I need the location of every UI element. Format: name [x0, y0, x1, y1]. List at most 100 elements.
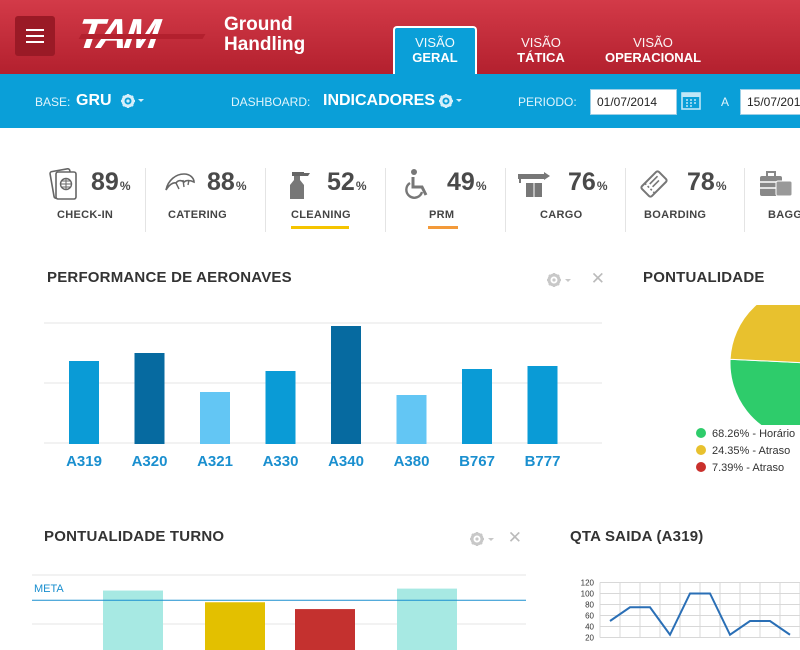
bar-A340[interactable] — [331, 326, 361, 444]
base-value[interactable]: GRU — [76, 92, 112, 110]
shift-punctuality-title: PONTUALIDADE TURNO — [44, 528, 225, 545]
shift-bar[interactable] — [295, 609, 355, 650]
tab-label-line1: VISÃO — [415, 35, 455, 50]
x-axis-tick-label: A321 — [197, 453, 233, 470]
pie-legend-item: 68.26% - Horário — [696, 428, 795, 440]
brand-logo: TAM — [75, 10, 206, 57]
tab-label-line2: GERAL — [412, 50, 458, 65]
spray-bottle-icon — [290, 172, 310, 199]
bar-A319[interactable] — [69, 361, 99, 444]
bar-B767[interactable] — [462, 369, 492, 444]
kpi-value: 49% — [447, 168, 487, 196]
dashboard-value[interactable]: INDICADORES — [323, 92, 435, 110]
panel-settings-gear-icon[interactable] — [545, 271, 577, 289]
app-name-line2: Handling — [224, 34, 306, 55]
kpi-label: BOARDING — [644, 209, 707, 221]
tab-label-line1: VISÃO — [521, 35, 561, 50]
kpi-label: PRM — [429, 209, 455, 221]
kpi-value: 78% — [687, 168, 727, 196]
passport-icon — [49, 167, 77, 200]
wheelchair-icon — [405, 169, 428, 199]
tab-label-line2: OPERACIONAL — [604, 50, 702, 65]
aircraft-performance-title: PERFORMANCE DE AERONAVES — [47, 269, 292, 286]
bar-A330[interactable] — [265, 371, 296, 444]
qta-line-chart: 20 40 60 80 100 120 — [581, 579, 800, 643]
kpi-value: 89% — [91, 168, 131, 196]
shift-bar[interactable] — [103, 590, 163, 650]
kpi-catering[interactable]: 88% CATERING — [162, 160, 262, 235]
x-axis-tick-label: A319 — [66, 453, 102, 470]
date-from-input[interactable] — [590, 89, 677, 115]
period-label: PERIODO: — [518, 95, 577, 109]
range-separator: A — [721, 95, 730, 109]
pie-legend-item: 7.39% - Atraso — [696, 462, 784, 474]
x-axis-tick-label: A340 — [328, 453, 364, 470]
kpi-boarding[interactable]: 78% BOARDING — [636, 160, 736, 235]
tab-label-line2: TÁTICA — [517, 50, 565, 65]
baggage-icon — [760, 171, 793, 197]
bar-B777[interactable] — [527, 366, 558, 444]
x-axis-tick-label: A320 — [131, 453, 168, 470]
cargo-icon — [518, 172, 550, 197]
kpi-highlight-underline — [291, 226, 349, 229]
y-axis-tick-label: 100 — [581, 590, 595, 599]
kpi-check-in[interactable]: 89% CHECK-IN — [46, 160, 146, 235]
y-axis-tick-label: 40 — [585, 623, 594, 632]
y-axis-tick-label: 80 — [585, 601, 594, 610]
app-name-line1: Ground — [224, 14, 293, 35]
dashboard-label: DASHBOARD: — [231, 95, 311, 109]
y-axis-tick-label: 60 — [585, 612, 594, 621]
shift-bar[interactable] — [397, 588, 457, 650]
dashboard-settings-gear-icon[interactable] — [438, 92, 462, 110]
kpi-value: 52% — [327, 168, 367, 196]
meta-label: META — [34, 583, 64, 595]
x-axis-tick-label: A330 — [262, 453, 299, 470]
date-to-input[interactable] — [740, 89, 800, 115]
tab-label-line1: VISÃO — [633, 35, 673, 50]
bar-A320[interactable] — [134, 353, 165, 444]
ticket-icon — [640, 170, 668, 198]
panel-close-icon[interactable]: ✕ — [508, 528, 522, 548]
calendar-icon[interactable] — [681, 90, 701, 110]
x-axis-tick-label: B767 — [459, 453, 495, 470]
pie-slice[interactable] — [729, 305, 800, 364]
x-axis-tick-label: A380 — [393, 453, 430, 470]
kpi-label: CLEANING — [291, 209, 351, 221]
shift-panel-tools: ✕ — [468, 528, 528, 549]
kpi-label: CHECK-IN — [57, 209, 114, 221]
aircraft-bar-chart — [44, 322, 602, 444]
hamburger-menu-button[interactable] — [15, 16, 55, 56]
kpi-value: 88% — [207, 168, 247, 196]
kpi-prm[interactable]: 49% PRM — [402, 160, 502, 235]
kpi-label: CARGO — [540, 209, 583, 221]
kpi-value: 76% — [568, 168, 608, 196]
app-root: TAM Ground Handling VISÃO GERAL VISÃO TÁ… — [0, 0, 800, 650]
y-axis-tick-label: 120 — [581, 579, 595, 588]
croissant-icon — [165, 173, 195, 191]
kpi-label: CATERING — [168, 209, 228, 221]
top-navigation-bar: TAM Ground Handling VISÃO GERAL VISÃO TÁ… — [0, 0, 800, 74]
qta-title: QTA SAIDA (A319) — [570, 528, 704, 545]
shift-bar[interactable] — [205, 602, 265, 650]
y-axis-tick-label: 20 — [585, 634, 594, 643]
tab-visao-geral[interactable]: VISÃO GERAL — [393, 26, 477, 74]
tab-visao-operacional[interactable]: VISÃO OPERACIONAL — [600, 26, 706, 74]
x-axis-tick-label: B777 — [524, 453, 561, 470]
base-settings-gear-icon[interactable] — [120, 92, 144, 110]
kpi-cargo[interactable]: 76% CARGO — [516, 160, 616, 235]
kpi-highlight-underline — [428, 226, 458, 229]
bar-A321[interactable] — [200, 392, 230, 444]
kpi-label: BAGG — [768, 209, 800, 221]
panel-close-icon[interactable]: ✕ — [591, 269, 605, 289]
shift-bar-chart — [32, 574, 526, 650]
aircraft-panel-tools: ✕ — [545, 269, 605, 290]
panel-settings-gear-icon[interactable] — [468, 530, 500, 548]
filter-bar: BASE: GRU DASHBOARD: INDICADORES PERIODO… — [0, 74, 800, 128]
bar-A380[interactable] — [396, 395, 427, 444]
app-name: Ground Handling — [224, 15, 305, 55]
kpi-cleaning[interactable]: 52% CLEANING — [282, 160, 382, 235]
kpi-baggage[interactable]: BAGG — [758, 160, 800, 235]
punctuality-pie-chart — [729, 305, 800, 425]
pie-legend-item: 24.35% - Atraso — [696, 445, 790, 457]
tab-visao-tatica[interactable]: VISÃO TÁTICA — [505, 26, 577, 74]
